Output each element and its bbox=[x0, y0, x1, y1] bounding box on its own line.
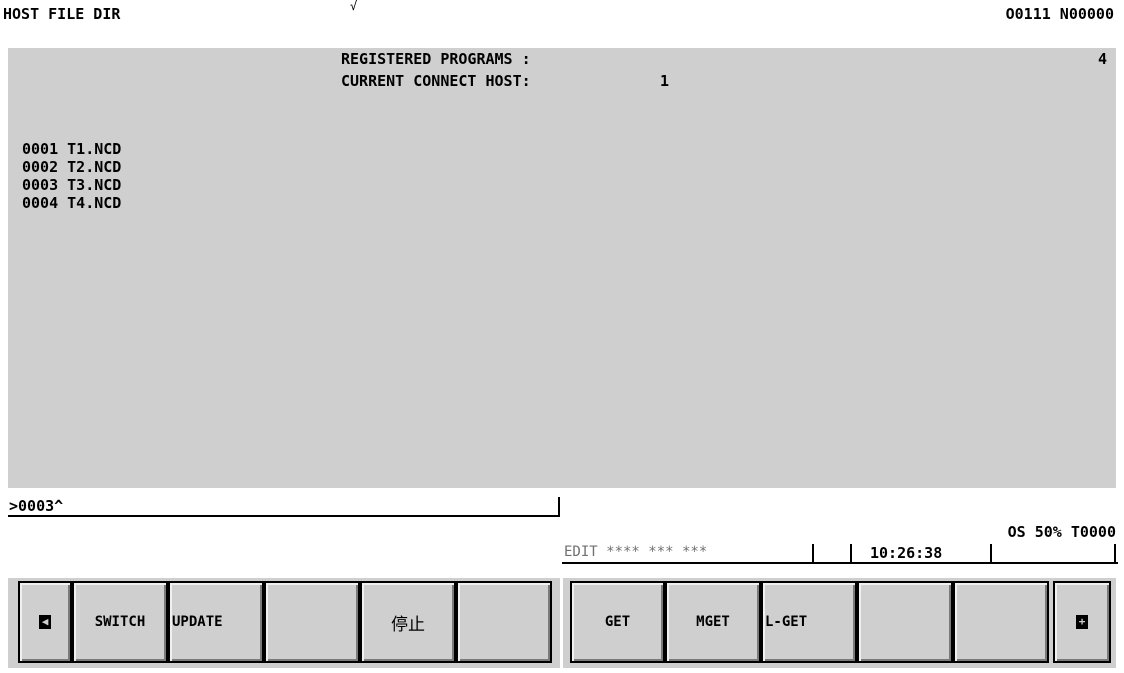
mode-indicator: EDIT **** *** *** bbox=[564, 544, 708, 560]
program-list-item[interactable]: 0001 T1.NCD bbox=[22, 140, 121, 158]
softkey-bar: ◀ SWITCH UPDATE 停止 GET MGET L-GET + bbox=[0, 573, 1124, 673]
override-status: OS 50% T0000 bbox=[1007, 523, 1116, 541]
program-list-item[interactable]: 0002 T2.NCD bbox=[22, 158, 121, 176]
softkey-group-left: ◀ SWITCH UPDATE 停止 bbox=[8, 578, 560, 668]
screen-title: HOST FILE DIR bbox=[3, 5, 121, 23]
mode-status-bar: EDIT **** *** *** 10:26:38 bbox=[562, 542, 1118, 564]
registered-programs-count: 4 bbox=[1097, 50, 1107, 68]
status-divider bbox=[850, 544, 852, 562]
program-number: O0111 N00000 bbox=[1005, 5, 1114, 23]
softkey-l-get[interactable]: L-GET bbox=[761, 581, 857, 663]
program-list-item[interactable]: 0004 T4.NCD bbox=[22, 194, 121, 212]
current-host-label: CURRENT CONNECT HOST: bbox=[341, 72, 531, 90]
status-divider bbox=[812, 544, 814, 562]
left-arrow-icon: ◀ bbox=[39, 615, 51, 629]
check-mark: √ bbox=[350, 0, 358, 13]
plus-icon: + bbox=[1076, 615, 1088, 629]
clock: 10:26:38 bbox=[870, 544, 943, 562]
softkey-blank[interactable] bbox=[857, 581, 953, 663]
next-page-softkey[interactable]: + bbox=[1053, 581, 1111, 663]
previous-page-softkey[interactable]: ◀ bbox=[18, 581, 72, 663]
softkey-group-right: GET MGET L-GET + bbox=[563, 578, 1116, 668]
softkey-blank[interactable] bbox=[456, 581, 552, 663]
softkey-mget[interactable]: MGET bbox=[665, 581, 761, 663]
softkey-blank[interactable] bbox=[953, 581, 1049, 663]
status-divider bbox=[1114, 544, 1116, 562]
softkey-switch[interactable]: SWITCH bbox=[72, 581, 168, 663]
file-directory-panel bbox=[8, 48, 1116, 488]
program-list: 0001 T1.NCD 0002 T2.NCD 0003 T3.NCD 0004… bbox=[22, 140, 121, 212]
softkey-update[interactable]: UPDATE bbox=[168, 581, 264, 663]
program-list-item[interactable]: 0003 T3.NCD bbox=[22, 176, 121, 194]
key-input-buffer[interactable]: >0003^ bbox=[8, 497, 560, 517]
softkey-blank[interactable] bbox=[264, 581, 360, 663]
softkey-get[interactable]: GET bbox=[570, 581, 665, 663]
registered-programs-label: REGISTERED PROGRAMS : bbox=[341, 50, 531, 68]
softkey-stop[interactable]: 停止 bbox=[360, 581, 456, 663]
status-divider bbox=[990, 544, 992, 562]
current-host-value: 1 bbox=[660, 72, 670, 90]
